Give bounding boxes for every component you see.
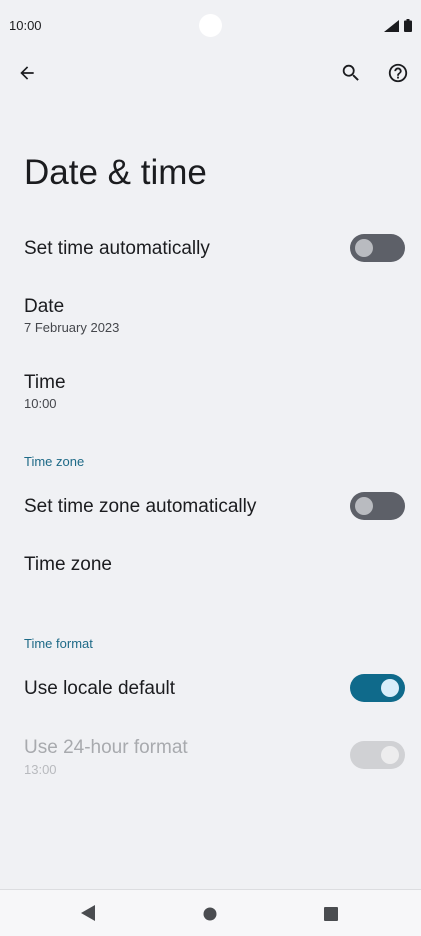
switch-thumb <box>355 239 373 257</box>
signal-icon <box>384 20 399 32</box>
time-label: Time <box>24 372 66 393</box>
set-time-automatically-label: Set time automatically <box>24 238 210 259</box>
status-bar: 10:00 <box>0 0 421 52</box>
time-zone-row[interactable]: Time zone <box>0 540 421 590</box>
section-header-time-zone: Time zone <box>24 454 85 469</box>
set-time-zone-automatically-switch[interactable] <box>350 492 405 520</box>
set-time-zone-automatically-row[interactable]: Set time zone automatically <box>0 480 421 534</box>
nav-home-icon[interactable] <box>203 907 217 921</box>
camera-cutout <box>199 14 222 37</box>
time-value: 10:00 <box>24 396 57 411</box>
arrow-back-icon <box>20 66 34 80</box>
date-label: Date <box>24 296 65 317</box>
set-time-zone-automatically-label: Set time zone automatically <box>24 496 257 517</box>
help-button[interactable] <box>383 58 413 88</box>
page-title: Date & time <box>24 153 207 192</box>
use-locale-default-label: Use locale default <box>24 678 176 699</box>
nav-back-icon[interactable] <box>81 905 95 921</box>
date-value: 7 February 2023 <box>24 320 120 335</box>
use-24-hour-format-switch <box>350 741 405 769</box>
nav-recents-icon[interactable] <box>324 907 338 921</box>
use-locale-default-row[interactable]: Use locale default <box>0 662 421 716</box>
use-24-hour-format-label: Use 24-hour format <box>24 737 188 758</box>
search-icon <box>342 64 359 81</box>
switch-thumb <box>355 497 373 515</box>
date-row[interactable]: Date 7 February 2023 <box>0 286 421 348</box>
status-time: 10:00 <box>9 18 42 33</box>
battery-icon <box>404 19 412 32</box>
section-header-time-format: Time format <box>24 636 93 651</box>
help-icon <box>388 63 408 83</box>
time-row[interactable]: Time 10:00 <box>0 362 421 424</box>
set-time-automatically-row[interactable]: Set time automatically <box>0 222 421 276</box>
switch-thumb <box>381 746 399 764</box>
use-24-hour-format-example: 13:00 <box>24 762 57 777</box>
time-zone-label: Time zone <box>24 554 112 575</box>
back-button[interactable] <box>12 58 42 88</box>
navigation-bar <box>0 889 421 936</box>
use-24-hour-format-row: Use 24-hour format 13:00 <box>0 728 421 784</box>
switch-thumb <box>381 679 399 697</box>
use-locale-default-switch[interactable] <box>350 674 405 702</box>
search-button[interactable] <box>336 58 366 88</box>
set-time-automatically-switch[interactable] <box>350 234 405 262</box>
